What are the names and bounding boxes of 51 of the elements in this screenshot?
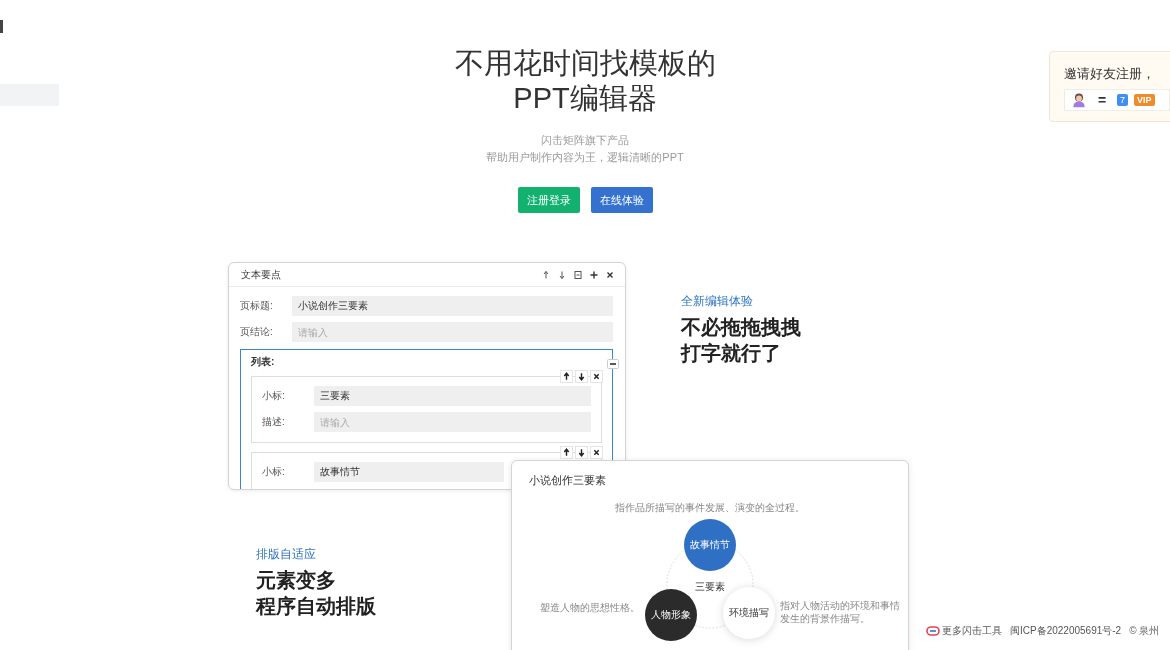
try-online-button[interactable]: 在线体验 — [590, 187, 653, 213]
text-field[interactable]: 请输入 — [314, 412, 591, 432]
close-icon[interactable] — [605, 269, 615, 280]
hero-title: PPT编辑器 — [513, 81, 657, 116]
collapse-icon[interactable] — [573, 269, 583, 280]
node-circle: 故事情节 — [684, 519, 736, 571]
feature-kicker: 全新编辑体验 — [681, 293, 754, 310]
cursor-mark — [0, 20, 3, 33]
hero-subtitle: 帮助用户制作内容为王，逻辑清晰的PPT — [486, 150, 684, 165]
field-label: 页结论: — [240, 325, 274, 339]
move-down-icon[interactable] — [575, 446, 588, 459]
add-icon[interactable] — [589, 269, 599, 280]
feature-headline: 不必拖拖拽拽 — [681, 315, 801, 340]
feature-kicker: 排版自适应 — [256, 546, 317, 563]
text-field[interactable]: 三要素 — [314, 386, 591, 406]
invite-card[interactable]: 邀请好友注册， = 7 VIP — [1049, 51, 1170, 122]
feature-headline: 元素变多 — [256, 568, 337, 593]
field-label: 描述: — [262, 415, 286, 429]
vip-badge: VIP — [1134, 94, 1155, 106]
move-up-icon[interactable] — [560, 446, 573, 459]
more-tools-link[interactable]: 更多闪击工具 — [942, 624, 1002, 638]
node-note: 指作品所描写的事件发展、演变的全过程。 — [615, 501, 805, 514]
delete-icon[interactable] — [590, 446, 603, 459]
node-note: 指对人物活动的环境和事情发生的背景作描写。 — [780, 599, 900, 625]
node-note: 塑造人物的思想性格。 — [540, 601, 640, 614]
text-field[interactable]: 小说创作三要素 — [292, 296, 613, 316]
days-badge: 7 — [1117, 94, 1128, 106]
field-label: 小标: — [262, 389, 286, 403]
copyright-text: © 泉州 — [1129, 624, 1160, 638]
feature-headline: 打字就行了 — [681, 341, 782, 366]
field-label: 页标题: — [240, 299, 274, 313]
link-icon — [926, 626, 940, 636]
center-label: 三要素 — [695, 580, 725, 594]
move-down-icon[interactable] — [575, 370, 588, 383]
slide-title: 小说创作三要素 — [529, 473, 606, 488]
minus-icon[interactable] — [607, 359, 619, 369]
move-up-icon[interactable] — [560, 370, 573, 383]
field-label: 小标: — [262, 465, 286, 479]
invite-text: 邀请好友注册， — [1064, 65, 1156, 83]
editor-title: 文本要点 — [241, 267, 281, 282]
node-circle: 环境描写 — [723, 587, 775, 639]
text-field[interactable]: 请输入 — [292, 322, 613, 342]
person-icon — [1071, 92, 1087, 108]
hero-title: 不用花时间找模板的 — [454, 46, 716, 81]
delete-icon[interactable] — [590, 370, 603, 383]
text-field[interactable]: 故事情节 — [314, 462, 504, 482]
feature-headline: 程序自动排版 — [256, 594, 376, 619]
list-label: 列表: — [251, 355, 276, 369]
hero-subtitle: 闪击矩阵旗下产品 — [541, 133, 629, 148]
equals-sign: = — [1096, 92, 1108, 108]
icp-link[interactable]: 闽ICP备2022005691号-2 — [1010, 624, 1122, 638]
